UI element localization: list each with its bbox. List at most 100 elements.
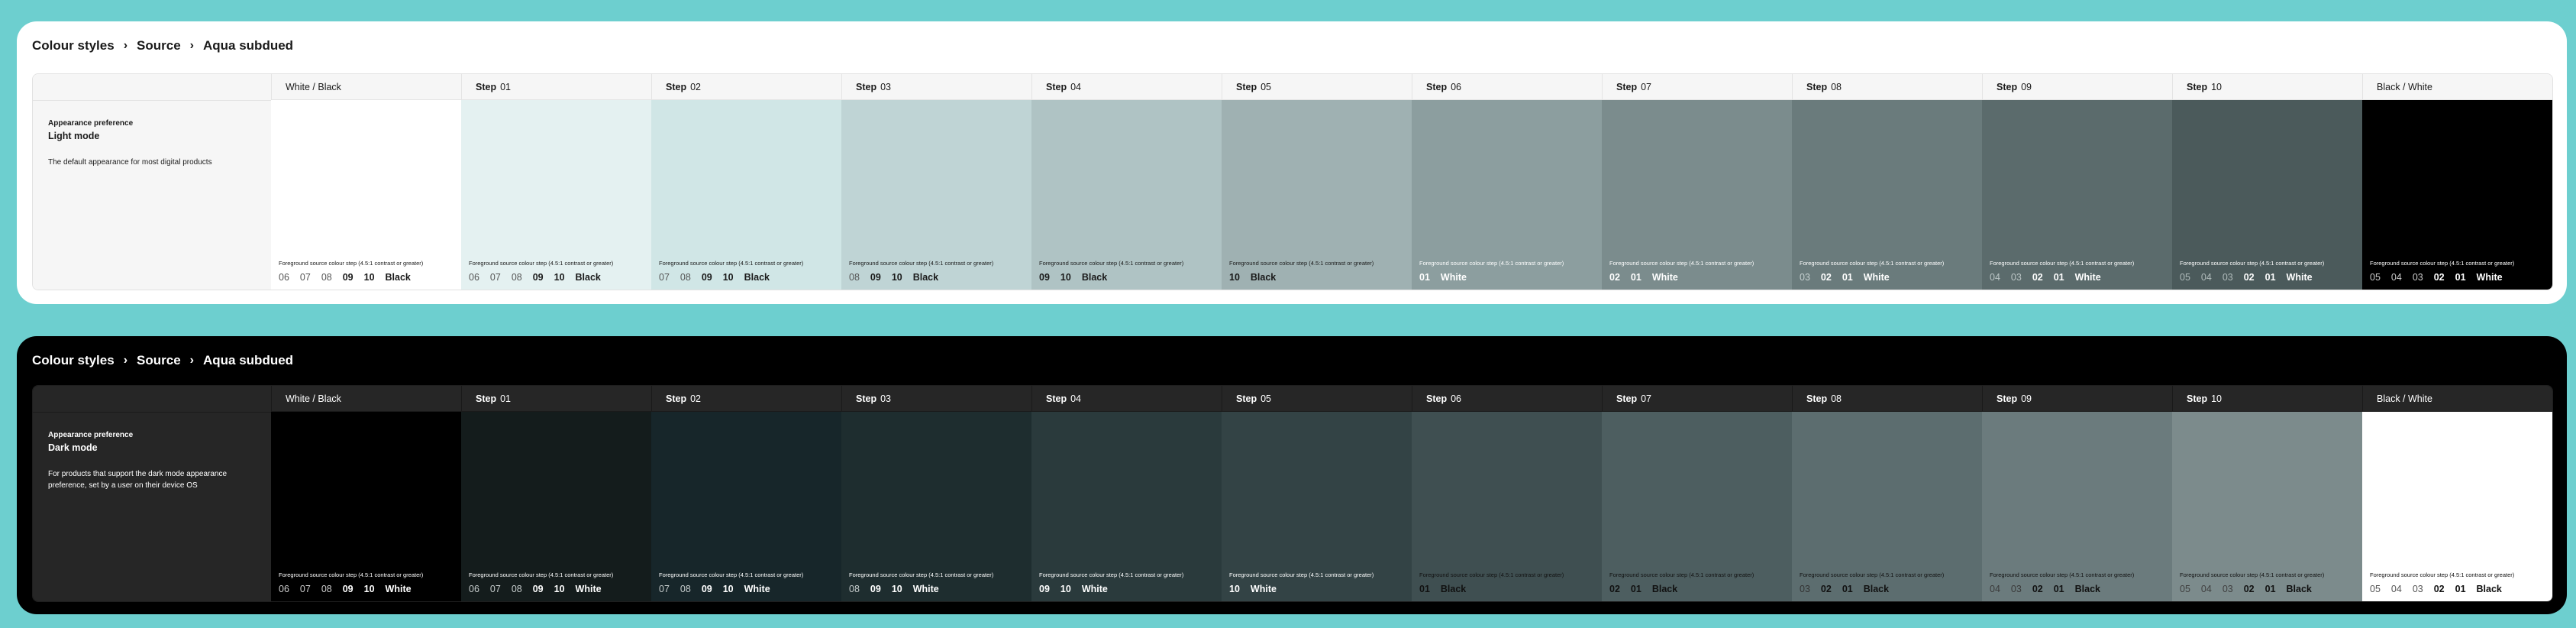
foreground-steps: 03 02 01 White xyxy=(1800,272,1890,283)
column-title: 02 xyxy=(690,81,701,92)
step-number: 02 xyxy=(2032,272,2043,283)
colour-column: Step 06 Foreground source colour step (4.5… xyxy=(1412,74,1602,290)
colour-swatch[interactable]: Foreground source colour step (4.5:1 con… xyxy=(1031,100,1222,290)
info-body: Appearance preference Dark mode For prod… xyxy=(33,413,271,510)
foreground-caption: Foreground source colour step (4.5:1 con… xyxy=(2180,571,2325,578)
colour-swatch[interactable]: Foreground source colour step (4.5:1 con… xyxy=(841,100,1031,290)
colour-swatch[interactable]: Foreground source colour step (4.5:1 con… xyxy=(1222,100,1412,290)
step-number: 09 xyxy=(532,272,544,283)
colour-swatch[interactable]: Foreground source colour step (4.5:1 con… xyxy=(1602,100,1792,290)
colour-swatch[interactable]: Foreground source colour step (4.5:1 con… xyxy=(841,412,1031,601)
colour-swatch[interactable]: Foreground source colour step (4.5:1 con… xyxy=(1222,412,1412,601)
foreground-caption: Foreground source colour step (4.5:1 con… xyxy=(2370,571,2515,578)
column-title: 05 xyxy=(1261,81,1271,92)
foreground-steps: 05 04 03 02 01 White xyxy=(2370,272,2503,283)
colour-swatch[interactable]: Foreground source colour step (4.5:1 con… xyxy=(2172,412,2362,601)
step-label: Step xyxy=(856,393,877,404)
foreground-caption: Foreground source colour step (4.5:1 con… xyxy=(1609,571,1754,578)
step-number: 02 xyxy=(2433,584,2445,594)
breadcrumb-item-source[interactable]: Source xyxy=(137,353,181,368)
foreground-caption: Foreground source colour step (4.5:1 con… xyxy=(849,260,994,267)
colour-column: Step 05 Foreground source colour step (4.5… xyxy=(1222,386,1412,601)
foreground-steps: 08 09 10 Black xyxy=(849,272,938,283)
column-title: 04 xyxy=(1070,393,1081,404)
foreground-steps: 07 08 09 10 Black xyxy=(659,272,770,283)
column-header: Step 04 xyxy=(1031,74,1222,100)
colour-swatch[interactable]: Foreground source colour step (4.5:1 con… xyxy=(1982,100,2172,290)
colour-column: Black / White Foreground source colour st… xyxy=(2362,74,2552,290)
contrast-colour-label: White xyxy=(744,584,770,594)
colour-swatch[interactable]: Foreground source colour step (4.5:1 con… xyxy=(461,100,651,290)
breadcrumb-item-colour-styles[interactable]: Colour styles xyxy=(32,38,115,53)
colour-swatch[interactable]: Foreground source colour step (4.5:1 con… xyxy=(1792,412,1982,601)
step-number: 01 xyxy=(1630,584,1641,594)
column-title: 08 xyxy=(1831,81,1842,92)
step-number: 09 xyxy=(701,272,712,283)
breadcrumb-item-colour-styles[interactable]: Colour styles xyxy=(32,353,115,368)
colour-column: Step 08 Foreground source colour step (4.5… xyxy=(1792,386,1982,601)
colour-swatch[interactable]: Foreground source colour step (4.5:1 con… xyxy=(461,412,651,601)
colour-swatch[interactable]: Foreground source colour step (4.5:1 con… xyxy=(1602,412,1792,601)
column-title: 02 xyxy=(690,393,701,404)
colour-column: Step 02 Foreground source colour step (4.5… xyxy=(651,386,841,601)
column-header: Step 06 xyxy=(1412,74,1602,100)
colour-column: Step 06 Foreground source colour step (4.5… xyxy=(1412,386,1602,601)
step-number: 07 xyxy=(299,584,311,594)
column-header: White / Black xyxy=(271,74,461,100)
column-title: 03 xyxy=(880,81,891,92)
colour-swatch[interactable]: Foreground source colour step (4.5:1 con… xyxy=(1412,100,1602,290)
column-header: Step 09 xyxy=(1982,74,2172,100)
foreground-steps: 09 10 White xyxy=(1039,584,1108,594)
step-label: Step xyxy=(1997,81,2018,92)
mode-description: For products that support the dark mode … xyxy=(48,470,228,490)
foreground-caption: Foreground source colour step (4.5:1 con… xyxy=(849,571,994,578)
breadcrumb-item-source[interactable]: Source xyxy=(137,38,181,53)
colour-swatch[interactable]: Foreground source colour step (4.5:1 con… xyxy=(2172,100,2362,290)
colour-swatch[interactable]: Foreground source colour step (4.5:1 con… xyxy=(1412,412,1602,601)
foreground-steps: 10 White xyxy=(1229,584,1277,594)
column-header: Step 07 xyxy=(1602,386,1792,412)
step-label: Step xyxy=(1046,393,1067,404)
foreground-caption: Foreground source colour step (4.5:1 con… xyxy=(1229,260,1374,267)
column-header: White / Black xyxy=(271,386,461,412)
breadcrumb-item-aqua-subdued: Aqua subdued xyxy=(203,38,294,53)
colour-grid: Appearance preference Light mode The def… xyxy=(32,73,2553,290)
chevron-right-icon: › xyxy=(189,354,194,367)
colour-column: Step 04 Foreground source colour step (4.5… xyxy=(1031,74,1222,290)
column-title: White / Black xyxy=(286,393,341,404)
step-number: 04 xyxy=(2200,584,2212,594)
colour-column: Step 03 Foreground source colour step (4.5… xyxy=(841,74,1031,290)
step-number: 07 xyxy=(659,584,670,594)
colour-swatch[interactable]: Foreground source colour step (4.5:1 con… xyxy=(1031,412,1222,601)
colour-swatch[interactable]: Foreground source colour step (4.5:1 con… xyxy=(271,412,461,601)
light-mode-panel: Colour styles › Source › Aqua subdued Ap… xyxy=(17,21,2567,304)
foreground-steps: 05 04 03 02 01 White xyxy=(2180,272,2313,283)
step-number: 02 xyxy=(1820,584,1832,594)
colour-swatch[interactable]: Foreground source colour step (4.5:1 con… xyxy=(1792,100,1982,290)
contrast-colour-label: Black xyxy=(1651,584,1678,594)
foreground-caption: Foreground source colour step (4.5:1 con… xyxy=(1039,571,1184,578)
colour-swatch[interactable]: Foreground source colour step (4.5:1 con… xyxy=(2362,100,2552,290)
chevron-right-icon: › xyxy=(123,39,128,52)
colour-column: Step 09 Foreground source colour step (4.5… xyxy=(1982,386,2172,601)
step-number: 04 xyxy=(2200,272,2212,283)
colour-swatch[interactable]: Foreground source colour step (4.5:1 con… xyxy=(651,100,841,290)
step-number: 02 xyxy=(2032,584,2043,594)
colour-swatch[interactable]: Foreground source colour step (4.5:1 con… xyxy=(271,100,461,290)
colour-column: Step 07 Foreground source colour step (4.5… xyxy=(1602,74,1792,290)
step-number: 06 xyxy=(279,272,289,283)
colour-swatch[interactable]: Foreground source colour step (4.5:1 con… xyxy=(1982,412,2172,601)
colour-swatch[interactable]: Foreground source colour step (4.5:1 con… xyxy=(2362,412,2552,601)
colour-swatch[interactable]: Foreground source colour step (4.5:1 con… xyxy=(651,412,841,601)
foreground-caption: Foreground source colour step (4.5:1 con… xyxy=(1229,571,1374,578)
info-header xyxy=(33,386,271,413)
step-number: 10 xyxy=(722,272,734,283)
step-number: 09 xyxy=(701,584,712,594)
step-number: 03 xyxy=(2010,584,2022,594)
mode-info: Appearance preference Light mode The def… xyxy=(33,74,271,290)
step-label: Step xyxy=(476,393,497,404)
step-number: 01 xyxy=(2264,584,2276,594)
foreground-steps: 06 07 08 09 10 White xyxy=(279,584,412,594)
foreground-steps: 08 09 10 White xyxy=(849,584,939,594)
step-number: 09 xyxy=(1039,272,1050,283)
